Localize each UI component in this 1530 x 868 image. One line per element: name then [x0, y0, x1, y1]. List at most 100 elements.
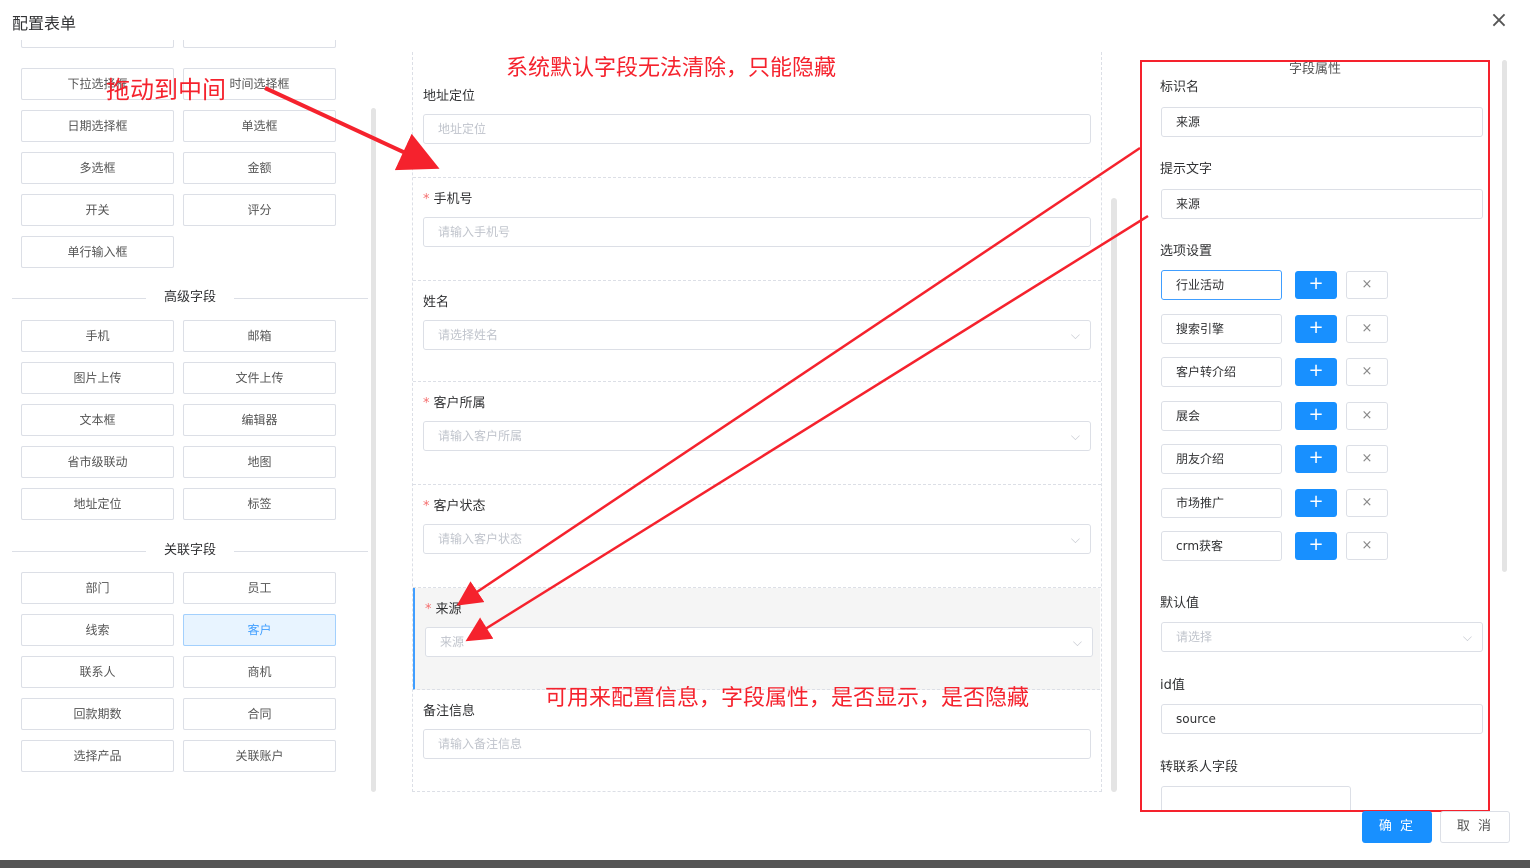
form-field-label: 备注信息 [423, 700, 475, 719]
palette-item-related[interactable]: 员工 [183, 572, 336, 604]
remove-option-button[interactable]: × [1346, 532, 1388, 560]
form-field-select[interactable]: 来源 ⌵ [425, 627, 1093, 657]
remove-option-button[interactable]: × [1346, 271, 1388, 299]
section-advanced-fields: 高级字段 [12, 288, 368, 308]
palette-item-advanced[interactable]: 省市级联动 [21, 446, 174, 478]
chevron-down-icon: ⌵ [1070, 328, 1080, 342]
form-field-label: * 来源 [425, 598, 462, 617]
palette-item-related[interactable]: 合同 [183, 698, 336, 730]
form-field-row[interactable]: 姓名 请选择姓名 ⌵ [413, 281, 1101, 382]
id-name-label: 标识名 [1160, 80, 1200, 95]
form-field-label-text: 客户所属 [433, 396, 486, 411]
palette-item-top-cut-1[interactable] [21, 40, 174, 48]
palette-item-related[interactable]: 关联账户 [183, 740, 336, 772]
option-input[interactable]: 客户转介绍 [1161, 357, 1282, 387]
add-option-button[interactable]: + [1295, 445, 1337, 473]
default-value-select[interactable]: 请选择 ⌵ [1161, 622, 1483, 652]
form-field-placeholder: 请输入客户状态 [438, 532, 523, 546]
form-field-placeholder: 来源 [440, 635, 465, 649]
remove-option-button[interactable]: × [1346, 358, 1388, 386]
form-field-select[interactable]: 请输入客户状态 ⌵ [423, 524, 1091, 554]
form-field-row[interactable]: * 来源来源 ⌵ [413, 588, 1100, 690]
right-scrollbar[interactable] [1502, 60, 1507, 572]
remove-option-button[interactable]: × [1346, 445, 1388, 473]
form-field-select[interactable]: 请输入客户所属 ⌵ [423, 421, 1091, 451]
form-field-placeholder: 请输入备注信息 [438, 737, 523, 751]
palette-item-basic[interactable]: 开关 [21, 194, 174, 226]
palette-item-top-cut-2[interactable] [183, 40, 336, 48]
palette-item-advanced[interactable]: 地图 [183, 446, 336, 478]
add-option-button[interactable]: + [1295, 401, 1337, 430]
remove-option-button[interactable]: × [1346, 488, 1388, 517]
confirm-button[interactable]: 确 定 [1362, 811, 1432, 843]
option-input[interactable]: 行业活动 [1161, 270, 1282, 300]
palette-item-related[interactable]: 选择产品 [21, 740, 174, 772]
form-field-label: * 客户所属 [423, 392, 486, 411]
field-properties-panel: 字段属性 标识名 来源 提示文字 来源 选项设置 默认值 请选择 ⌵ id值 s… [1140, 60, 1490, 812]
add-option-button[interactable]: + [1295, 488, 1337, 517]
option-input[interactable]: 市场推广 [1161, 487, 1282, 518]
palette-item-related[interactable]: 线索 [21, 614, 174, 646]
id-name-input[interactable]: 来源 [1161, 107, 1483, 137]
form-field-label-text: 地址定位 [423, 89, 476, 104]
form-field-input[interactable]: 请输入备注信息 [423, 729, 1091, 759]
option-input[interactable]: 展会 [1161, 400, 1282, 431]
palette-item-advanced[interactable]: 编辑器 [183, 404, 336, 436]
palette-item-advanced[interactable]: 邮箱 [183, 320, 336, 352]
option-input[interactable]: crm获客 [1161, 531, 1282, 561]
form-field-label-text: 客户状态 [433, 499, 486, 514]
add-option-button[interactable]: + [1295, 314, 1337, 343]
palette-item-advanced[interactable]: 手机 [21, 320, 174, 352]
palette-item-advanced[interactable]: 文件上传 [183, 362, 336, 394]
form-field-select[interactable]: 请选择姓名 ⌵ [423, 320, 1091, 350]
palette-item-related[interactable]: 联系人 [21, 656, 174, 688]
chevron-down-icon: ⌵ [1070, 429, 1080, 443]
palette-item-advanced[interactable]: 地址定位 [21, 488, 174, 520]
form-field-row[interactable]: 地址定位 地址定位 [413, 73, 1101, 178]
add-option-button[interactable]: + [1295, 271, 1337, 299]
palette-item-advanced[interactable]: 图片上传 [21, 362, 174, 394]
hint-label: 提示文字 [1160, 162, 1213, 177]
center-scrollbar[interactable] [1111, 198, 1117, 792]
option-input[interactable]: 搜索引擎 [1161, 313, 1282, 344]
palette-item-related[interactable]: 部门 [21, 572, 174, 604]
palette-item-basic[interactable]: 日期选择框 [21, 110, 174, 142]
component-palette: 下拉选择框 时间选择框 日期选择框 单选框 多选框 金额 开关 评分 单行输入框 高级字段 手机 邮箱… [0, 40, 380, 800]
remove-option-button[interactable]: × [1346, 314, 1388, 343]
form-field-input[interactable]: 请输入手机号 [423, 217, 1091, 247]
close-icon[interactable]: × [1488, 10, 1510, 32]
option-input[interactable]: 朋友介绍 [1161, 444, 1282, 474]
add-option-button[interactable]: + [1295, 358, 1337, 386]
id-value-input[interactable]: source [1161, 704, 1483, 734]
form-field-placeholder: 请输入手机号 [438, 225, 511, 239]
palette-item-basic[interactable]: 单选框 [183, 110, 336, 142]
remove-option-button[interactable]: × [1346, 401, 1388, 430]
palette-item-related[interactable]: 回款期数 [21, 698, 174, 730]
chevron-down-icon: ⌵ [1070, 532, 1080, 546]
bottom-edge [0, 860, 1530, 868]
convert-contact-label: 转联系人字段 [1160, 760, 1239, 775]
id-value-label: id值 [1160, 678, 1185, 693]
palette-item-related[interactable]: 客户 [183, 614, 336, 646]
form-field-row[interactable]: * 客户状态 请输入客户状态 ⌵ [413, 485, 1101, 588]
form-field-row[interactable]: * 手机号 请输入手机号 [413, 178, 1101, 281]
form-field-label-text: 备注信息 [423, 704, 476, 719]
palette-item-basic[interactable]: 单行输入框 [21, 236, 174, 268]
palette-item-related[interactable]: 商机 [183, 656, 336, 688]
palette-item-advanced[interactable]: 标签 [183, 488, 336, 520]
required-marker: * [423, 396, 430, 411]
annotation-config-info: 可用来配置信息，字段属性，是否显示，是否隐藏 [545, 686, 1030, 711]
convert-contact-select[interactable] [1161, 786, 1351, 810]
hint-input[interactable]: 来源 [1161, 189, 1483, 219]
palette-item-basic[interactable]: 多选框 [21, 152, 174, 184]
palette-item-basic[interactable]: 金额 [183, 152, 336, 184]
config-form-dialog: 配置表单 × 下拉选择框 时间选择框 日期选择框 单选框 多选框 金额 开关 评分 单行输入框高… [0, 0, 1530, 868]
add-option-button[interactable]: + [1295, 532, 1337, 560]
cancel-button[interactable]: 取 消 [1440, 811, 1510, 843]
form-field-label: 地址定位 [423, 85, 475, 104]
left-scrollbar[interactable] [371, 108, 376, 792]
palette-item-advanced[interactable]: 文本框 [21, 404, 174, 436]
form-field-input[interactable]: 地址定位 [423, 114, 1091, 144]
form-field-row[interactable]: * 客户所属请输入客户所属 ⌵ [413, 382, 1101, 485]
palette-item-basic[interactable]: 评分 [183, 194, 336, 226]
